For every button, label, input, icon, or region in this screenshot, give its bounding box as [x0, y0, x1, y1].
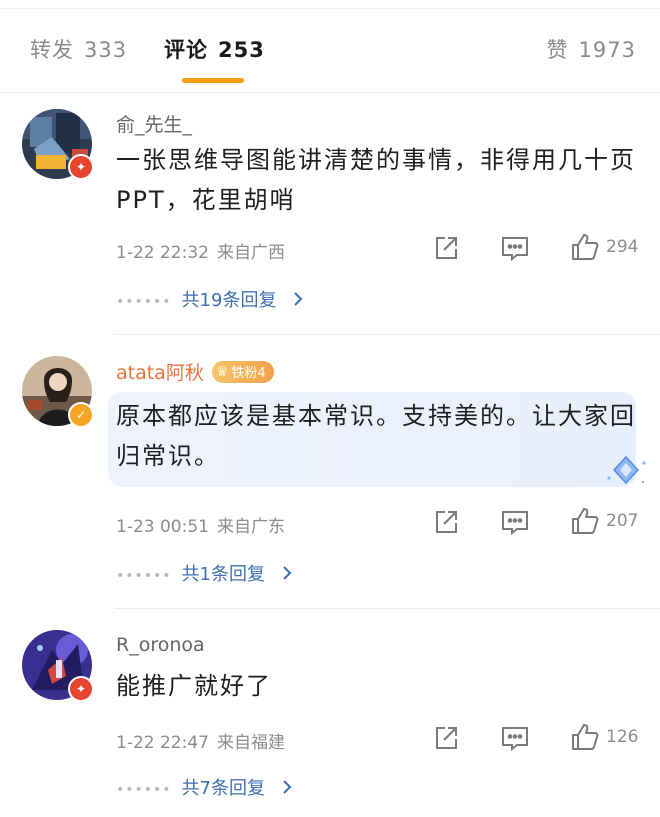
vip-badge-icon: ✦	[68, 154, 94, 180]
view-replies-link[interactable]: •••••• 共7条回复	[116, 774, 293, 800]
tab-forward-label: 转发	[30, 38, 74, 62]
fan-badge: ♛ 铁粉4	[211, 360, 274, 383]
tab-comments-count: 253	[218, 38, 265, 62]
like-count: 126	[606, 727, 639, 747]
comment-icon[interactable]	[500, 234, 530, 262]
thumbs-up-icon	[570, 506, 600, 536]
comment-username[interactable]: R_oronoa	[116, 634, 205, 656]
replies-count-text: 共1条回复	[181, 564, 265, 585]
tab-forward[interactable]: 转发 333	[30, 34, 127, 64]
comment-item: ✦ R_oronoa 能推广就好了 1-22 22:47 来自福建 126 •••…	[0, 610, 660, 817]
comment-location: 来自福建	[216, 733, 285, 753]
reply-dots: ••••••	[116, 568, 172, 584]
reply-dots: ••••••	[116, 782, 172, 798]
fan-badge-label: 铁粉4	[231, 366, 266, 381]
chevron-right-icon	[286, 290, 304, 311]
comment-time: 1-22 22:32	[116, 243, 209, 263]
comment-meta: 1-23 00:51 来自广东	[116, 512, 285, 537]
thumbs-up-icon	[570, 232, 600, 262]
comment-item: ✓ atata阿秋 ♛ 铁粉4 原本都应该是基本常识。支持美的。让大家回归常识。 1…	[0, 334, 660, 609]
comment-time: 1-23 00:51	[116, 517, 209, 537]
comment-text: 一张思维导图能讲清楚的事情，非得用几十页PPT，花里胡哨	[116, 146, 636, 214]
share-icon[interactable]	[432, 508, 460, 536]
tab-forward-count: 333	[84, 38, 128, 62]
comment-location: 来自广西	[216, 243, 285, 263]
comment-icon[interactable]	[500, 508, 530, 536]
comment-text: 原本都应该是基本常识。支持美的。让大家回归常识。	[116, 402, 636, 470]
share-icon[interactable]	[432, 234, 460, 262]
like-count: 294	[606, 237, 639, 257]
verified-badge-icon: ✓	[68, 402, 94, 428]
comment-username-text: atata阿秋	[116, 362, 204, 384]
comment-icon[interactable]	[500, 724, 530, 752]
replies-count-text: 共19条回复	[181, 290, 277, 311]
comment-text: 能推广就好了	[116, 672, 272, 700]
replies-count-text: 共7条回复	[181, 778, 265, 799]
tab-likes-count: 1973	[578, 38, 636, 62]
like-button[interactable]: 126	[570, 722, 638, 752]
thumbs-up-icon	[570, 722, 600, 752]
chevron-right-icon	[275, 778, 293, 799]
tab-likes-label: 赞	[546, 38, 569, 62]
active-tab-indicator	[182, 78, 244, 83]
share-icon[interactable]	[432, 724, 460, 752]
comment-meta: 1-22 22:47 来自福建	[116, 728, 285, 753]
comment-username[interactable]: 俞_先生_	[116, 110, 192, 137]
comment-divider	[114, 608, 660, 609]
like-button[interactable]: 207	[570, 506, 638, 536]
chevron-right-icon	[275, 564, 293, 585]
comment-time: 1-22 22:47	[116, 733, 209, 753]
tab-likes[interactable]: 赞 1973	[547, 34, 636, 64]
like-count: 207	[606, 511, 639, 531]
like-button[interactable]: 294	[570, 232, 638, 262]
tab-bar: 转发 333 评论 253 赞 1973	[0, 0, 660, 92]
view-replies-link[interactable]: •••••• 共19条回复	[116, 286, 304, 312]
comment-item: ✦ 俞_先生_ 一张思维导图能讲清楚的事情，非得用几十页PPT，花里胡哨 1-2…	[0, 92, 660, 335]
vip-badge-icon: ✦	[68, 676, 94, 702]
comment-username[interactable]: atata阿秋 ♛ 铁粉4	[116, 358, 274, 385]
comment-location: 来自广东	[216, 517, 285, 537]
comment-meta: 1-22 22:32 来自广西	[116, 238, 285, 263]
tab-comments-label: 评论	[164, 38, 208, 62]
crown-icon: ♛	[215, 363, 229, 380]
reply-dots: ••••••	[116, 294, 172, 310]
tab-comments[interactable]: 评论 253	[164, 34, 265, 64]
view-replies-link[interactable]: •••••• 共1条回复	[116, 560, 293, 586]
